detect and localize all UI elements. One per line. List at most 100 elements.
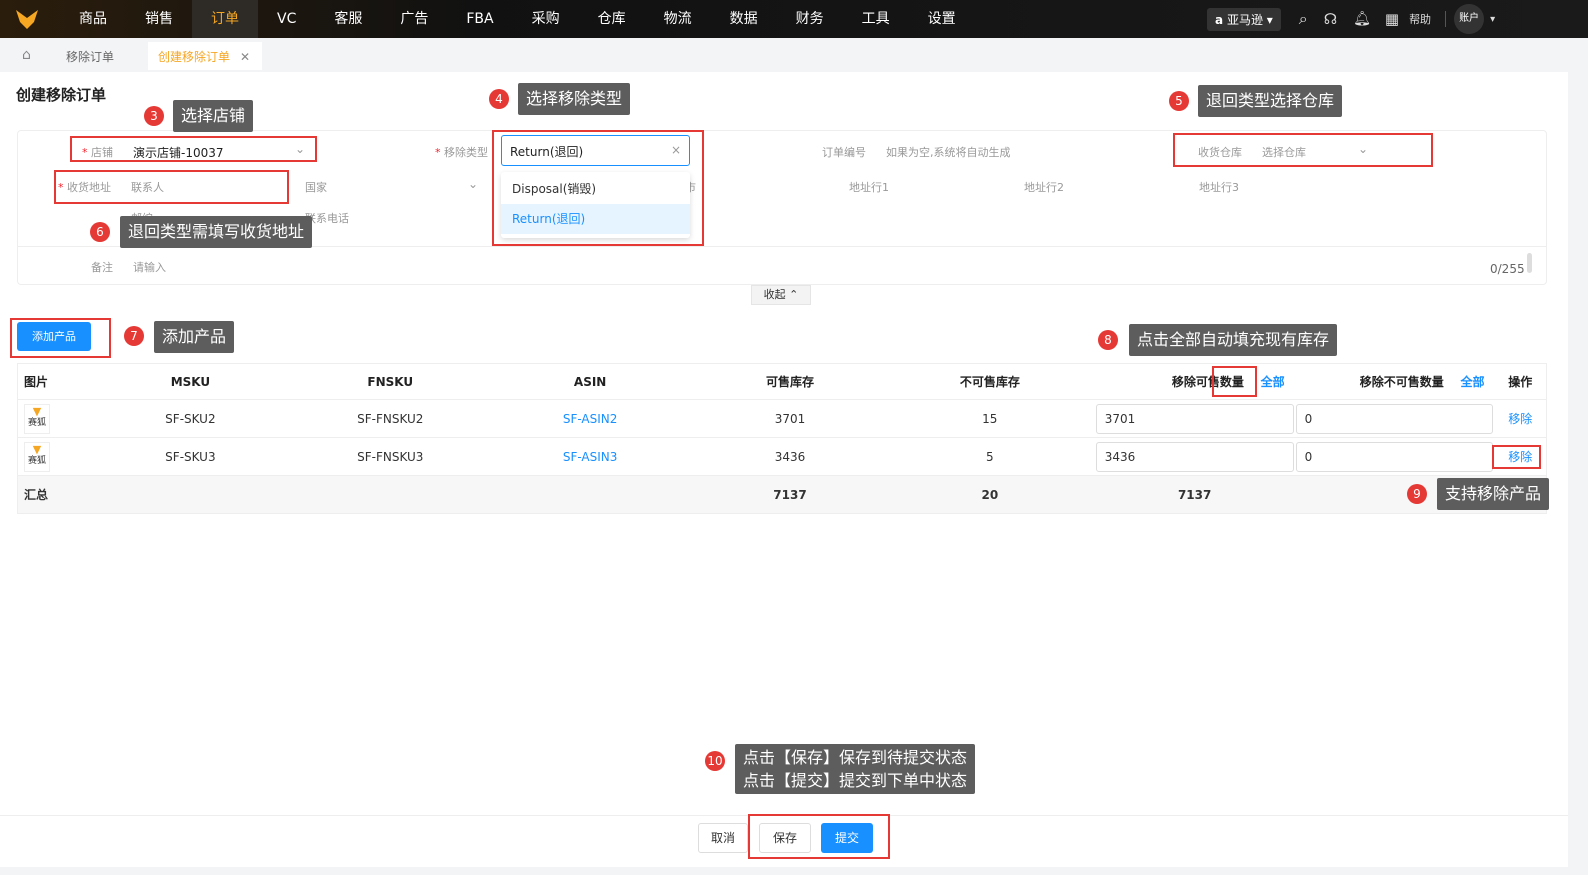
main-nav: 商品 销售 订单 VC 客服 广告 FBA 采购 仓库 物流 数据 财务 工具 … [60,0,975,38]
remark-label: 备注 [91,261,113,274]
remove-unsellable-input[interactable]: 0 [1295,403,1494,434]
collapse-button[interactable]: 收起 ⌃ [751,285,811,305]
close-tab-icon[interactable]: ✕ [240,44,250,70]
col-fnsku: FNSKU [295,363,486,400]
fox-logo-icon[interactable] [14,8,40,30]
annotation-tooltip: 退回类型需填写收货地址 [120,216,313,248]
chevron-down-icon[interactable]: ⌄ [468,177,478,191]
fill-all-sellable-link[interactable]: 全部 [1261,375,1285,389]
summary-sellable: 7137 [695,475,885,514]
country-select[interactable]: 国家 [305,179,327,195]
nav-item[interactable]: 工具 [843,0,909,38]
order-no-input[interactable]: 如果为空,系统将自动生成 [886,144,1011,160]
home-icon[interactable]: ⌂ [22,47,31,63]
highlight-box [54,170,289,204]
product-thumbnail: ▼ 赛狐 [24,403,50,434]
nav-item[interactable]: 广告 [381,0,447,38]
collapse-label: 收起 [763,288,786,301]
address-line3-input[interactable]: 地址行3 [1199,179,1239,195]
table-header: 图片 MSKU FNSKU ASIN 可售库存 不可售库存 移除可售数量 全部 … [17,363,1547,400]
nav-item[interactable]: 商品 [60,0,126,38]
highlight-box [1492,445,1541,469]
summary-label: 汇总 [17,475,86,514]
fill-all-unsellable-link[interactable]: 全部 [1460,375,1484,389]
top-right-tools: a 亚马逊 ▾ ⌕ ☊ 🔔︎ ▦ 帮助 账户 ▾ [1207,0,1567,38]
annotation-line: 点击【提交】提交到下单中状态 [743,771,968,790]
cancel-button[interactable]: 取消 [698,823,748,853]
step-number: 6 [90,222,110,242]
fnsku-cell: SF-FNSKU3 [295,437,486,476]
help-link[interactable]: 帮助 [1409,11,1431,27]
scrollbar[interactable] [1527,253,1532,273]
annotation-tooltip: 点击【保存】保存到待提交状态 点击【提交】提交到下单中状态 [735,744,976,794]
annotation-tooltip: 支持移除产品 [1437,478,1550,510]
nav-item[interactable]: FBA [447,0,512,38]
bell-icon[interactable]: 🔔︎ [1353,11,1371,27]
nav-item[interactable]: 仓库 [579,0,645,38]
account-avatar[interactable]: 账户 [1454,4,1485,34]
sellable-cell: 3701 [695,399,885,438]
remove-type-label: 移除类型 [444,146,488,159]
nav-item[interactable]: 设置 [909,0,975,38]
asin-link[interactable]: SF-ASIN2 [485,399,696,438]
tab-create-remove-order[interactable]: 创建移除订单 [158,44,230,70]
highlight-box [10,318,111,358]
address-line2-input[interactable]: 地址行2 [1024,179,1064,195]
step-number: 3 [144,106,164,126]
marketplace-select[interactable]: a 亚马逊 ▾ [1207,7,1281,31]
col-asin: ASIN [485,363,696,400]
col-sellable: 可售库存 [695,363,885,400]
remark-textarea[interactable]: 请输入 [133,259,166,275]
unsellable-cell: 5 [884,437,1095,476]
step-number: 8 [1098,330,1118,350]
asin-link[interactable]: SF-ASIN3 [485,437,696,476]
summary-row: 汇总 7137 20 7137 0 [17,475,1547,514]
step-number: 9 [1407,484,1427,504]
highlight-box [492,130,704,246]
table-row: ▼ 赛狐 SF-SKU3 SF-FNSKU3 SF-ASIN3 3436 5 34… [17,437,1547,476]
remove-sellable-input[interactable]: 3701 [1095,403,1294,434]
nav-item[interactable]: 采购 [513,0,579,38]
highlight-box [1212,366,1257,397]
annotation-tooltip: 选择店铺 [173,100,254,132]
remove-unsellable-input[interactable]: 0 [1295,441,1494,472]
annotation-tooltip: 添加产品 [154,321,235,353]
chevron-down-icon[interactable]: ▾ [1490,14,1495,25]
nav-item[interactable]: 财务 [777,0,843,38]
page-title: 创建移除订单 [16,86,107,104]
address-line1-input[interactable]: 地址行1 [849,179,889,195]
fox-icon: ▼ [32,442,42,456]
highlight-box [70,136,317,162]
summary-unsellable: 20 [884,475,1095,514]
nav-item[interactable]: 销售 [126,0,192,38]
annotation-tooltip: 点击全部自动填充现有库存 [1129,324,1338,356]
step-number: 7 [124,326,144,346]
product-thumbnail: ▼ 赛狐 [24,441,50,472]
order-no-label: 订单编号 [822,146,866,159]
summary-remove-sellable: 7137 [1094,475,1295,514]
msku-cell: SF-SKU2 [85,399,296,438]
step-number: 5 [1169,91,1189,111]
nav-item[interactable]: 数据 [711,0,777,38]
remark-counter: 0/255 [1490,262,1525,276]
step-number: 4 [489,89,509,109]
nav-item-active[interactable]: 订单 [192,0,258,38]
nav-item[interactable]: VC [258,0,315,38]
marketplace-label: 亚马逊 [1226,12,1263,27]
apps-grid-icon[interactable]: ▦ [1385,10,1399,28]
annotation-tooltip: 退回类型选择仓库 [1198,85,1343,117]
tab-remove-orders[interactable]: 移除订单 [66,44,114,70]
highlight-box [748,814,890,859]
nav-item[interactable]: 物流 [645,0,711,38]
col-unsellable: 不可售库存 [884,363,1095,400]
search-icon[interactable]: ⌕ [1299,9,1308,29]
unsellable-cell: 15 [884,399,1095,438]
remove-row-link[interactable]: 移除 [1494,399,1547,438]
step-number: 10 [705,751,725,771]
headset-icon[interactable]: ☊ [1324,10,1337,28]
highlight-box [1173,133,1433,167]
nav-item[interactable]: 客服 [315,0,381,38]
product-table: 图片 MSKU FNSKU ASIN 可售库存 不可售库存 移除可售数量 全部 … [17,363,1547,514]
col-image: 图片 [17,363,86,400]
remove-sellable-input[interactable]: 3436 [1095,441,1294,472]
